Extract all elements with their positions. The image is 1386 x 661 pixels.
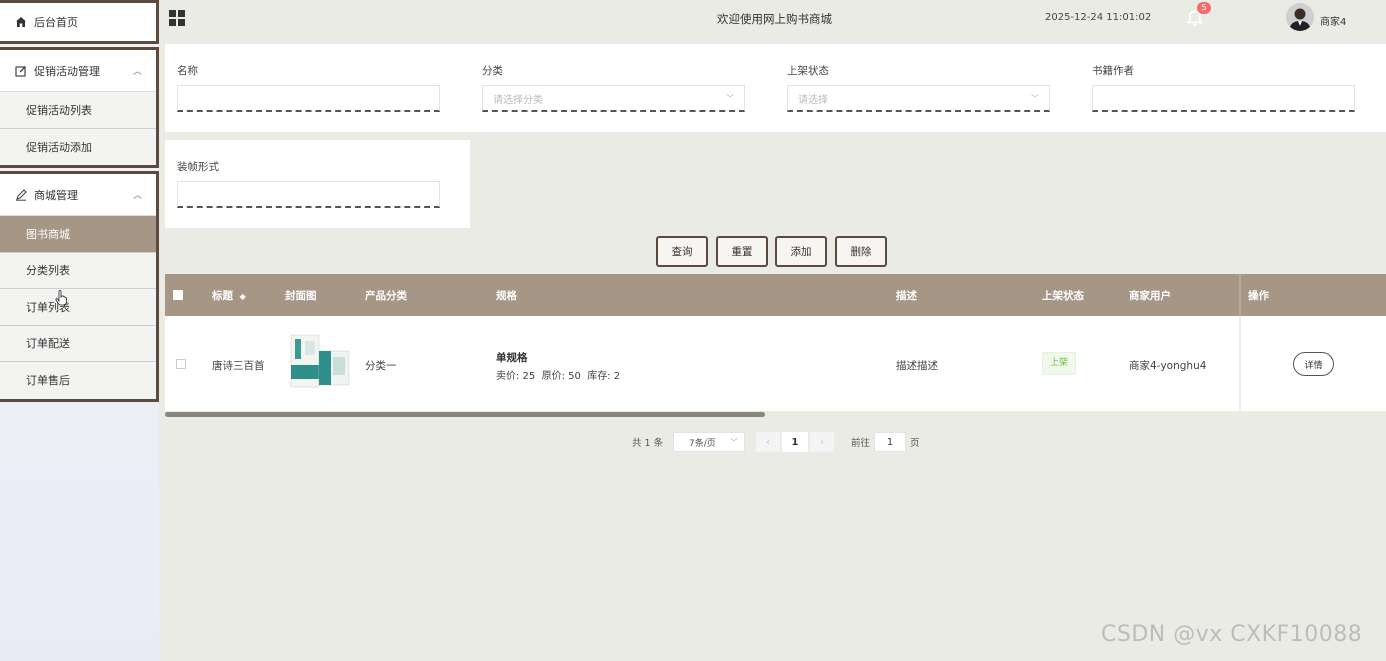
category-select[interactable]: 请选择分类 ﹀ — [482, 85, 745, 112]
page-unit-label: 页 — [910, 438, 920, 449]
datetime-text: 2025-12-24 11:01:02 — [1045, 12, 1152, 23]
table-header: 标题 ◆ 封面图 产品分类 规格 描述 上架状态 商家用户 操作 — [165, 274, 1386, 316]
column-header-status: 上架状态 — [1042, 290, 1084, 302]
sidebar-group-label: 促销活动管理 — [34, 64, 100, 78]
column-header-ops: 操作 — [1248, 290, 1269, 302]
column-header-merchant: 商家用户 — [1129, 290, 1171, 302]
sidebar-item-label: 分类列表 — [26, 264, 70, 278]
grid-menu-icon[interactable] — [169, 10, 185, 26]
field-label: 装帧形式 — [177, 161, 219, 173]
field-label: 书籍作者 — [1092, 65, 1134, 77]
page-size-value: 7条/页 — [689, 438, 716, 449]
status-select[interactable]: 请选择 ﹀ — [787, 85, 1050, 112]
author-input[interactable] — [1092, 85, 1355, 112]
search-field-name: 名称 — [177, 63, 440, 112]
field-label: 上架状态 — [787, 65, 829, 77]
book-cover-image — [290, 334, 350, 388]
pen-icon — [14, 188, 28, 202]
cell-merchant: 商家4-yonghu4 — [1129, 360, 1207, 372]
search-panel-row2: 装帧形式 — [165, 140, 470, 228]
field-label: 名称 — [177, 65, 198, 77]
watermark: CSDN @vx CXKF10088 — [1101, 622, 1363, 647]
sidebar-item-promotion-add[interactable]: 促销活动添加 — [0, 128, 156, 165]
sidebar-item-order-delivery[interactable]: 订单配送 — [0, 325, 156, 362]
sidebar-item-label: 促销活动列表 — [26, 103, 92, 117]
search-field-status: 上架状态 请选择 ﹀ — [787, 63, 1050, 112]
home-icon — [14, 15, 28, 29]
welcome-text: 欢迎使用网上购书商城 — [717, 12, 832, 26]
row-checkbox[interactable] — [176, 359, 186, 369]
top-bar: 欢迎使用网上购书商城 2025-12-24 11:01:02 5 商家4 — [159, 0, 1386, 42]
sidebar-item-order-list[interactable]: 订单列表 — [0, 289, 156, 326]
status-badge: 上架 — [1042, 352, 1077, 375]
goto-label: 前往 — [851, 438, 871, 449]
select-all-checkbox[interactable] — [173, 290, 183, 300]
hand-cursor-icon — [55, 290, 67, 306]
notification-badge: 5 — [1197, 2, 1211, 14]
sidebar-item-label: 订单售后 — [26, 374, 70, 388]
search-field-category: 分类 请选择分类 ﹀ — [482, 63, 745, 112]
page-size-select[interactable]: 7条/页 ﹀ — [673, 432, 745, 452]
search-field-author: 书籍作者 — [1092, 63, 1355, 112]
sidebar-item-home-label: 后台首页 — [34, 16, 78, 29]
column-divider — [1239, 316, 1241, 411]
cell-category: 分类一 — [365, 360, 397, 372]
sidebar-item-label: 促销活动添加 — [26, 140, 92, 154]
pagination-total: 共 1 条 — [632, 438, 664, 449]
column-header-cover: 封面图 — [285, 290, 317, 302]
goto-page-input[interactable]: 1 — [874, 432, 906, 452]
next-page-button[interactable]: › — [810, 432, 834, 452]
sidebar-group-mall: 商城管理 ︿ 图书商城 分类列表 订单列表 订单配送 订单售后 — [0, 171, 159, 402]
cell-spec-name: 单规格 — [496, 352, 528, 364]
sidebar-item-order-aftersale[interactable]: 订单售后 — [0, 362, 156, 399]
sidebar-group-promotion-header[interactable]: 促销活动管理 ︿ — [0, 50, 156, 92]
sidebar-item-label: 图书商城 — [26, 227, 70, 241]
add-button[interactable]: 添加 — [775, 236, 827, 267]
prev-page-button[interactable]: ‹ — [756, 432, 780, 452]
chevron-down-icon: ﹀ — [730, 437, 738, 447]
binding-input[interactable] — [177, 181, 440, 208]
sidebar: 后台首页 促销活动管理 ︿ 促销活动列表 促销活动添加 商城管理 ︿ 图书商城 — [0, 0, 159, 661]
search-panel: 名称 分类 请选择分类 ﹀ 上架状态 请选择 ﹀ 书籍作者 — [165, 44, 1386, 132]
sidebar-item-book-mall[interactable]: 图书商城 — [0, 216, 156, 253]
column-title-label: 标题 — [212, 290, 233, 302]
sidebar-item-promotion-list[interactable]: 促销活动列表 — [0, 92, 156, 129]
cell-title: 唐诗三百首 — [212, 360, 265, 372]
sidebar-item-category-list[interactable]: 分类列表 — [0, 252, 156, 289]
cell-spec-detail: 卖价: 25 原价: 50 库存: 2 — [496, 371, 621, 382]
delete-button[interactable]: 删除 — [835, 236, 887, 267]
name-input[interactable] — [177, 85, 440, 112]
select-placeholder: 请选择分类 — [493, 94, 543, 106]
username[interactable]: 商家4 — [1320, 13, 1346, 28]
chevron-down-icon: ﹀ — [726, 93, 734, 103]
field-label: 分类 — [482, 65, 503, 77]
sidebar-group-label: 商城管理 — [34, 188, 78, 202]
chevron-up-icon: ︿ — [132, 67, 142, 77]
sidebar-item-home[interactable]: 后台首页 — [0, 0, 159, 44]
sidebar-group-promotion: 促销活动管理 ︿ 促销活动列表 促销活动添加 — [0, 47, 159, 168]
query-button[interactable]: 查询 — [656, 236, 708, 267]
column-header-desc: 描述 — [896, 290, 917, 302]
sidebar-item-label: 订单配送 — [26, 337, 70, 351]
table-row: 唐诗三百首 分类一 单规格 卖价: 25 原价: 50 库存: 2 描述描述 上… — [165, 316, 1386, 411]
select-placeholder: 请选择 — [798, 94, 828, 106]
detail-button[interactable]: 详情 — [1293, 352, 1334, 376]
column-header-category: 产品分类 — [365, 290, 407, 302]
sort-icon[interactable]: ◆ — [240, 292, 246, 301]
edit-square-icon — [14, 64, 28, 78]
column-header-title[interactable]: 标题 ◆ — [212, 288, 246, 303]
sidebar-group-mall-header[interactable]: 商城管理 ︿ — [0, 174, 156, 216]
chevron-up-icon: ︿ — [132, 191, 142, 201]
cell-desc: 描述描述 — [896, 360, 938, 372]
chevron-down-icon: ﹀ — [1031, 93, 1039, 103]
search-field-binding: 装帧形式 — [177, 159, 440, 208]
avatar[interactable] — [1286, 3, 1314, 31]
column-divider — [1239, 274, 1241, 316]
current-page[interactable]: 1 — [782, 432, 808, 452]
horizontal-scrollbar[interactable] — [165, 412, 765, 417]
column-header-spec: 规格 — [496, 290, 517, 302]
reset-button[interactable]: 重置 — [716, 236, 768, 267]
